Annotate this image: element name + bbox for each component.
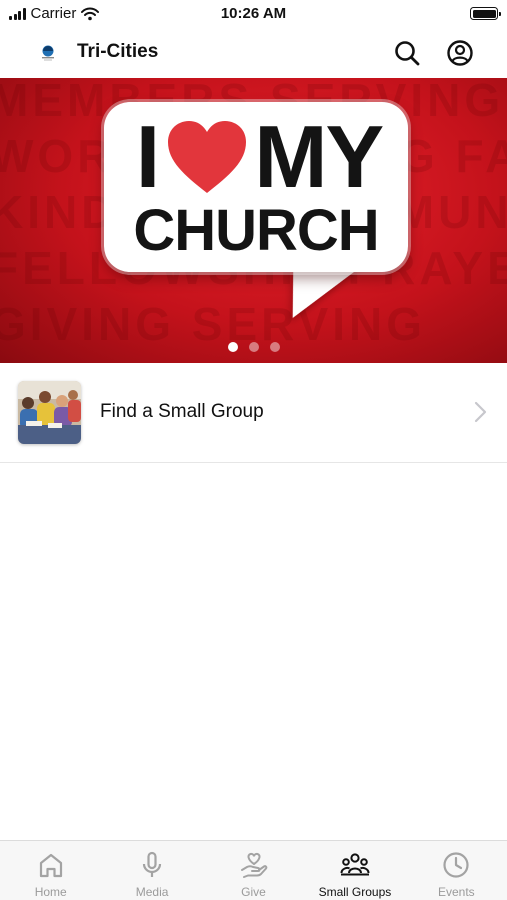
give-icon (240, 852, 267, 878)
account-icon[interactable] (445, 38, 475, 68)
hero-headline-line1: I MY (124, 107, 394, 206)
tab-small-groups[interactable]: Small Groups (304, 841, 405, 900)
tab-label: Give (241, 885, 266, 899)
tab-label: Small Groups (318, 885, 392, 899)
page-title: Tri-Cities (77, 41, 159, 62)
tab-label: Media (135, 885, 169, 899)
chevron-right-icon (474, 401, 487, 423)
tab-media[interactable]: Media (101, 841, 202, 900)
app-header: Tri-Cities (0, 30, 507, 78)
status-time: 10:26 AM (220, 5, 287, 22)
church-logo-icon[interactable] (38, 42, 58, 62)
tab-events[interactable]: Events (406, 841, 507, 900)
list-item-label: Find a Small Group (100, 401, 264, 422)
tab-home[interactable]: Home (0, 841, 101, 900)
battery-icon (470, 7, 501, 20)
microphone-icon (143, 851, 162, 877)
tab-bar: Home Media Give Small Groups Events (0, 840, 507, 900)
list-item-find-small-group[interactable]: Find a Small Group (0, 363, 507, 463)
hero-word-my: MY (254, 107, 384, 206)
status-bar: Carrier 10:26 AM (0, 0, 507, 30)
clock-icon (443, 852, 469, 878)
search-icon[interactable] (392, 38, 422, 68)
carousel-dot[interactable] (227, 342, 238, 352)
hero-carousel[interactable]: MEMBERS SERVING LOVE WORSHIP GIVING FAIT… (0, 78, 507, 363)
hero-headline-line2: CHURCH (133, 198, 379, 263)
tab-label: Events (437, 885, 475, 899)
tab-give[interactable]: Give (203, 841, 304, 900)
hero-word-i: I (135, 107, 161, 206)
small-group-photo (18, 381, 81, 444)
people-group-icon (340, 853, 370, 876)
carousel-dot[interactable] (269, 342, 280, 352)
carousel-page-indicator (0, 342, 507, 352)
carousel-dot[interactable] (248, 342, 259, 352)
tab-label: Home (34, 885, 67, 899)
heart-icon (168, 121, 247, 193)
home-icon (39, 853, 62, 878)
